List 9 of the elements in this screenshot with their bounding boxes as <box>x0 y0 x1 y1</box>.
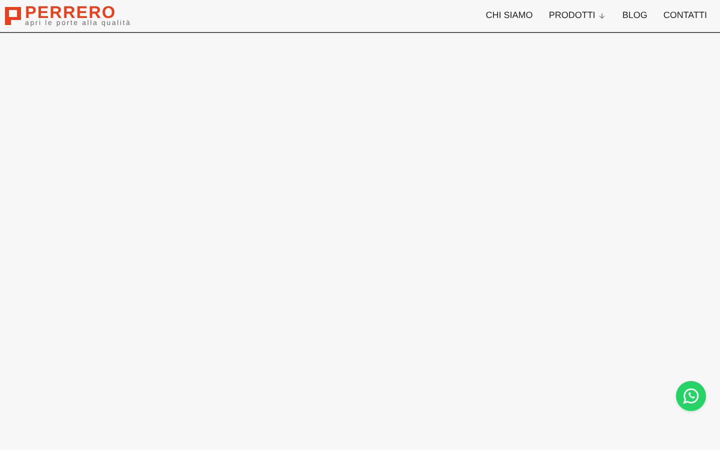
chat-button[interactable] <box>676 381 706 411</box>
phone-bubble-icon <box>682 387 700 405</box>
nav-link[interactable]: CONTATTI <box>663 9 707 23</box>
logo-icon <box>5 7 21 25</box>
nav-link[interactable]: PRODOTTI <box>548 9 606 23</box>
arrow-down-icon <box>598 12 606 20</box>
nav-link[interactable]: CHI SIAMO <box>486 9 533 23</box>
nav-link[interactable]: BLOG <box>622 9 648 23</box>
logo-wordmark: PERRERO <box>25 4 116 20</box>
